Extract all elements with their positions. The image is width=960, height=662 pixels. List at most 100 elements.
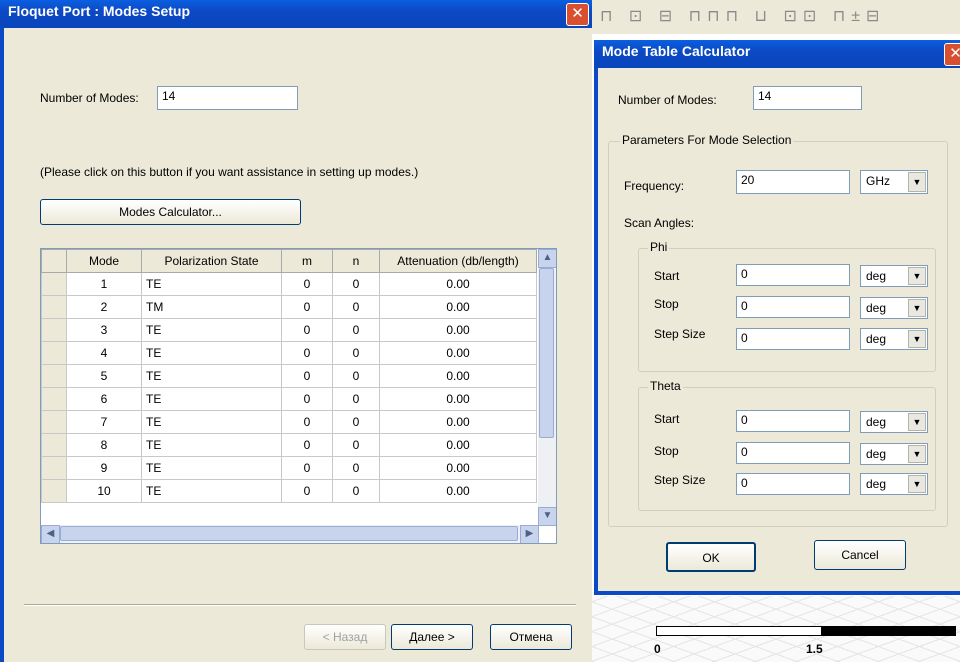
row-selector[interactable] bbox=[41, 433, 67, 457]
cell-attenuation[interactable]: 0.00 bbox=[379, 295, 537, 319]
chevron-down-icon[interactable]: ▼ bbox=[908, 475, 926, 493]
phi-start-unit-select[interactable]: deg ▼ bbox=[860, 265, 928, 287]
row-selector[interactable] bbox=[41, 318, 67, 342]
floquet-titlebar[interactable]: Floquet Port : Modes Setup ✕ bbox=[0, 0, 592, 28]
cell-polarization[interactable]: TE bbox=[141, 272, 282, 296]
theta-stop-input[interactable]: 0 bbox=[736, 442, 850, 464]
cancel-button[interactable]: Отмена bbox=[490, 624, 572, 650]
cell-polarization[interactable]: TE bbox=[141, 318, 282, 342]
frequency-unit-select[interactable]: GHz ▼ bbox=[860, 170, 928, 194]
table-row[interactable]: 1 TE 0 0 0.00 bbox=[41, 272, 537, 296]
close-icon[interactable]: ✕ bbox=[944, 43, 960, 66]
theta-step-unit-select[interactable]: deg ▼ bbox=[860, 473, 928, 495]
row-selector[interactable] bbox=[41, 364, 67, 388]
cell-attenuation[interactable]: 0.00 bbox=[379, 410, 537, 434]
chevron-down-icon[interactable]: ▼ bbox=[908, 267, 926, 285]
table-row[interactable]: 3 TE 0 0 0.00 bbox=[41, 318, 537, 342]
cell-polarization[interactable]: TE bbox=[141, 433, 282, 457]
table-row[interactable]: 4 TE 0 0 0.00 bbox=[41, 341, 537, 365]
theta-stop-unit-select[interactable]: deg ▼ bbox=[860, 443, 928, 465]
cell-mode[interactable]: 4 bbox=[66, 341, 142, 365]
cell-m[interactable]: 0 bbox=[281, 387, 333, 411]
cell-m[interactable]: 0 bbox=[281, 318, 333, 342]
cell-n[interactable]: 0 bbox=[332, 456, 380, 480]
cell-attenuation[interactable]: 0.00 bbox=[379, 364, 537, 388]
cell-attenuation[interactable]: 0.00 bbox=[379, 456, 537, 480]
cell-m[interactable]: 0 bbox=[281, 364, 333, 388]
cell-n[interactable]: 0 bbox=[332, 433, 380, 457]
row-selector[interactable] bbox=[41, 456, 67, 480]
table-row[interactable]: 9 TE 0 0 0.00 bbox=[41, 456, 537, 480]
cell-mode[interactable]: 7 bbox=[66, 410, 142, 434]
table-row[interactable]: 10 TE 0 0 0.00 bbox=[41, 479, 537, 503]
back-button[interactable]: < Назад bbox=[304, 624, 386, 650]
cell-polarization[interactable]: TE bbox=[141, 364, 282, 388]
cell-attenuation[interactable]: 0.00 bbox=[379, 387, 537, 411]
close-icon[interactable]: ✕ bbox=[566, 3, 589, 26]
cell-mode[interactable]: 1 bbox=[66, 272, 142, 296]
cell-attenuation[interactable]: 0.00 bbox=[379, 272, 537, 296]
chevron-down-icon[interactable]: ▼ bbox=[908, 299, 926, 317]
vertical-scroll-thumb[interactable] bbox=[539, 268, 554, 438]
frequency-input[interactable]: 20 bbox=[736, 170, 850, 194]
cell-n[interactable]: 0 bbox=[332, 387, 380, 411]
cell-mode[interactable]: 5 bbox=[66, 364, 142, 388]
vertical-scrollbar[interactable]: ▲ ▼ bbox=[538, 249, 556, 526]
cell-m[interactable]: 0 bbox=[281, 295, 333, 319]
cell-polarization[interactable]: TM bbox=[141, 295, 282, 319]
row-selector[interactable] bbox=[41, 295, 67, 319]
horizontal-scrollbar[interactable]: ◀ ▶ bbox=[41, 525, 539, 543]
column-header-attenuation[interactable]: Attenuation (db/length) bbox=[379, 249, 537, 273]
row-selector[interactable] bbox=[41, 479, 67, 503]
cell-n[interactable]: 0 bbox=[332, 479, 380, 503]
cell-m[interactable]: 0 bbox=[281, 456, 333, 480]
chevron-down-icon[interactable]: ▼ bbox=[908, 172, 926, 192]
cell-mode[interactable]: 8 bbox=[66, 433, 142, 457]
cell-attenuation[interactable]: 0.00 bbox=[379, 341, 537, 365]
scroll-up-icon[interactable]: ▲ bbox=[538, 249, 556, 268]
row-selector[interactable] bbox=[41, 272, 67, 296]
cell-attenuation[interactable]: 0.00 bbox=[379, 433, 537, 457]
cell-attenuation[interactable]: 0.00 bbox=[379, 479, 537, 503]
cell-mode[interactable]: 6 bbox=[66, 387, 142, 411]
num-modes-input[interactable]: 14 bbox=[157, 86, 298, 110]
cell-m[interactable]: 0 bbox=[281, 272, 333, 296]
calc-cancel-button[interactable]: Cancel bbox=[814, 540, 906, 570]
horizontal-scroll-thumb[interactable] bbox=[60, 526, 518, 541]
scroll-left-icon[interactable]: ◀ bbox=[41, 525, 60, 543]
calc-num-modes-input[interactable]: 14 bbox=[753, 86, 862, 110]
column-header-polarization[interactable]: Polarization State bbox=[141, 249, 282, 273]
scroll-right-icon[interactable]: ▶ bbox=[520, 525, 539, 543]
phi-step-unit-select[interactable]: deg ▼ bbox=[860, 328, 928, 350]
table-row[interactable]: 8 TE 0 0 0.00 bbox=[41, 433, 537, 457]
cell-n[interactable]: 0 bbox=[332, 318, 380, 342]
next-button[interactable]: Далее > bbox=[391, 624, 473, 650]
cell-mode[interactable]: 9 bbox=[66, 456, 142, 480]
theta-start-input[interactable]: 0 bbox=[736, 410, 850, 432]
table-row[interactable]: 6 TE 0 0 0.00 bbox=[41, 387, 537, 411]
scroll-down-icon[interactable]: ▼ bbox=[538, 507, 556, 526]
cell-polarization[interactable]: TE bbox=[141, 387, 282, 411]
cell-polarization[interactable]: TE bbox=[141, 479, 282, 503]
cell-n[interactable]: 0 bbox=[332, 295, 380, 319]
cell-mode[interactable]: 3 bbox=[66, 318, 142, 342]
theta-step-input[interactable]: 0 bbox=[736, 473, 850, 495]
cell-m[interactable]: 0 bbox=[281, 479, 333, 503]
row-selector[interactable] bbox=[41, 387, 67, 411]
theta-start-unit-select[interactable]: deg ▼ bbox=[860, 411, 928, 433]
cell-n[interactable]: 0 bbox=[332, 410, 380, 434]
cell-attenuation[interactable]: 0.00 bbox=[379, 318, 537, 342]
cell-n[interactable]: 0 bbox=[332, 272, 380, 296]
table-row[interactable]: 5 TE 0 0 0.00 bbox=[41, 364, 537, 388]
phi-stop-input[interactable]: 0 bbox=[736, 296, 850, 318]
cell-polarization[interactable]: TE bbox=[141, 410, 282, 434]
cell-m[interactable]: 0 bbox=[281, 433, 333, 457]
cell-n[interactable]: 0 bbox=[332, 364, 380, 388]
phi-step-input[interactable]: 0 bbox=[736, 328, 850, 350]
cell-m[interactable]: 0 bbox=[281, 410, 333, 434]
cell-polarization[interactable]: TE bbox=[141, 341, 282, 365]
row-selector[interactable] bbox=[41, 341, 67, 365]
phi-stop-unit-select[interactable]: deg ▼ bbox=[860, 297, 928, 319]
row-selector[interactable] bbox=[41, 410, 67, 434]
phi-start-input[interactable]: 0 bbox=[736, 264, 850, 286]
